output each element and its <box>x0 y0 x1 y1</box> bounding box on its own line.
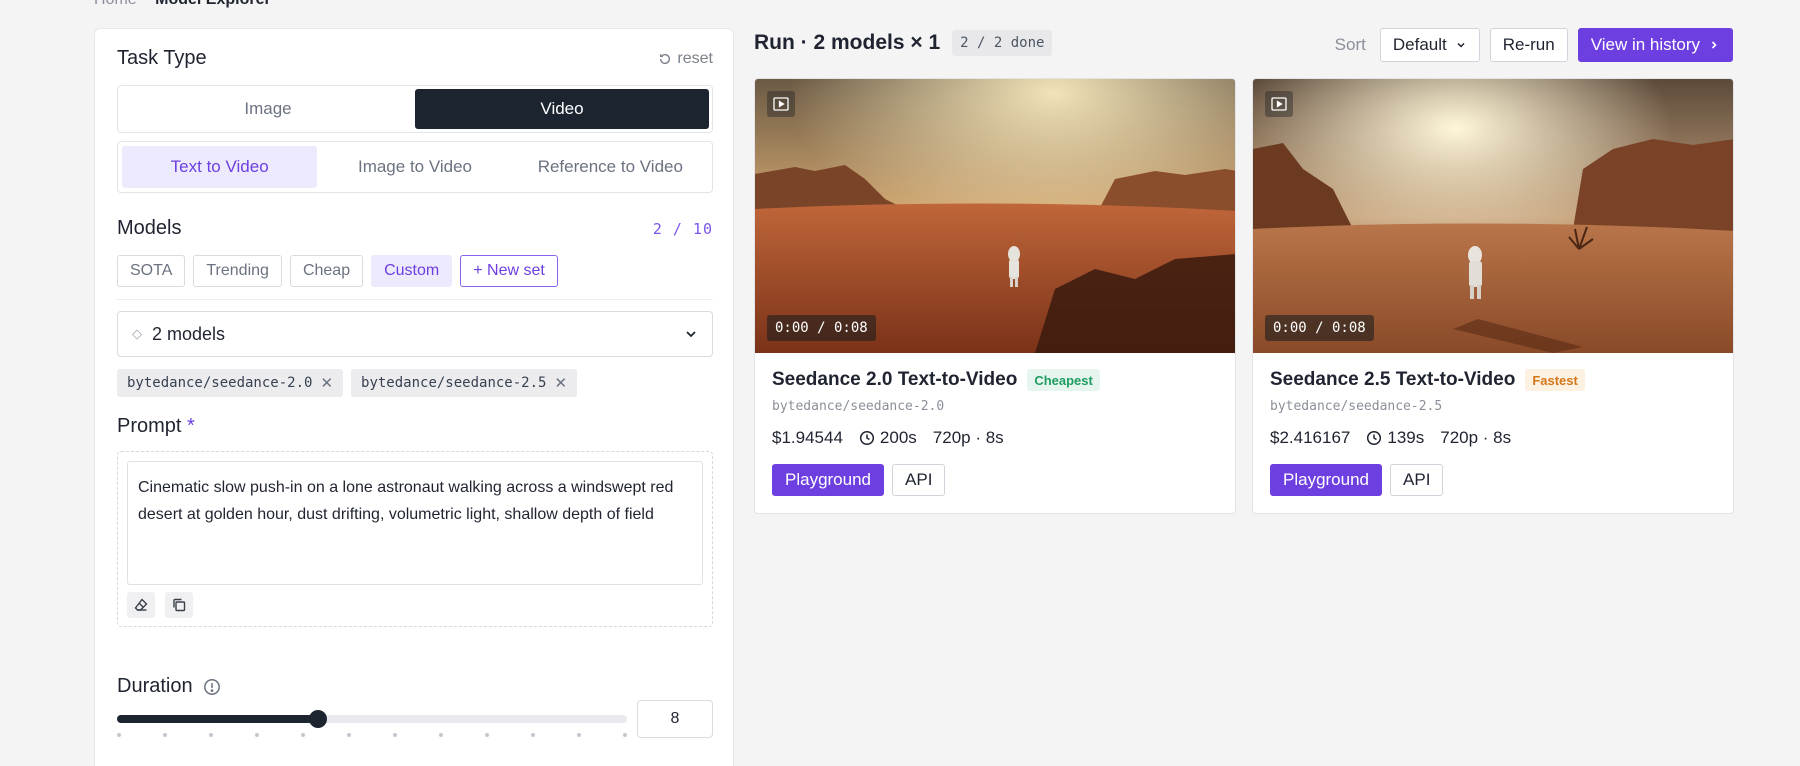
chevron-right-icon <box>1711 41 1717 49</box>
video-time: 0:00 / 0:08 <box>767 315 876 341</box>
duration-input[interactable]: 8 <box>637 700 713 738</box>
slider-fill <box>117 715 319 723</box>
chevron-down-icon <box>686 331 696 338</box>
price: $1.94544 <box>772 428 843 447</box>
model-presets: SOTA Trending Cheap Custom + New set <box>117 255 558 287</box>
preset-sota[interactable]: SOTA <box>117 255 186 287</box>
card-meta: $1.94544 200s 720p · 8s <box>772 428 1218 448</box>
new-set-button[interactable]: + New set <box>460 255 558 287</box>
view-history-button[interactable]: View in history <box>1577 28 1733 62</box>
tab-text-to-video[interactable]: Text to Video <box>122 146 318 188</box>
prompt-container: Cinematic slow push-in on a lone astrona… <box>117 451 713 627</box>
reset-button[interactable]: reset <box>658 50 713 68</box>
run-title: Run · 2 models × 1 <box>754 31 941 54</box>
model-slug: bytedance/seedance-2.5 <box>1270 399 1443 414</box>
clock-icon <box>859 430 874 446</box>
card-actions: Playground API <box>1270 464 1716 496</box>
clock-icon <box>1367 430 1382 446</box>
close-icon[interactable]: ✕ <box>320 374 333 392</box>
prompt-input[interactable]: Cinematic slow push-in on a lone astrona… <box>127 461 703 585</box>
models-select-value: 2 models <box>152 323 226 344</box>
task-type-header: Task Type reset <box>117 47 713 70</box>
breadcrumb-current: Model Explorer <box>155 0 271 8</box>
card-body: Seedance 2.5 Text-to-Video Fastest byted… <box>1253 353 1733 512</box>
duration-title: Duration <box>117 675 193 697</box>
mode-image[interactable]: Image <box>121 89 415 129</box>
result-card: 0:00 / 0:08 Seedance 2.0 Text-to-Video C… <box>754 78 1236 514</box>
card-actions: Playground API <box>772 464 1218 496</box>
api-button[interactable]: API <box>1390 464 1444 496</box>
duration-meta: 200s <box>859 428 917 448</box>
model-tag: bytedance/seedance-2.0 ✕ <box>117 369 344 397</box>
task-mode-toggle: Image Video <box>117 85 713 133</box>
breadcrumb: Home Model Explorer <box>94 0 271 9</box>
video-icon <box>767 91 795 117</box>
video-thumbnail[interactable]: 0:00 / 0:08 <box>1253 79 1733 353</box>
model-tag: bytedance/seedance-2.5 ✕ <box>351 369 578 397</box>
eraser-icon[interactable] <box>127 592 155 618</box>
tab-reference-to-video[interactable]: Reference to Video <box>513 146 708 188</box>
run-status-badge: 2 / 2 done <box>952 30 1053 56</box>
sort-select[interactable]: Default <box>1379 28 1480 62</box>
video-time: 0:00 / 0:08 <box>1265 315 1374 341</box>
video-submode-tabs: Text to Video Image to Video Reference t… <box>117 141 713 193</box>
task-type-title: Task Type <box>117 47 207 69</box>
models-title: Models <box>117 217 182 239</box>
video-icon <box>1265 91 1293 117</box>
reset-icon <box>660 53 671 64</box>
price: $2.416167 <box>1270 428 1351 447</box>
playground-button[interactable]: Playground <box>1270 464 1383 496</box>
card-body: Seedance 2.0 Text-to-Video Cheapest byte… <box>755 353 1235 512</box>
card-title-row: Seedance 2.5 Text-to-Video Fastest <box>1270 369 1716 391</box>
card-title-row: Seedance 2.0 Text-to-Video Cheapest <box>772 369 1218 391</box>
preset-cheap[interactable]: Cheap <box>289 255 364 287</box>
slider-thumb[interactable] <box>309 710 328 728</box>
duration-header: Duration <box>117 675 221 698</box>
duration-meta: 139s <box>1366 428 1424 448</box>
info-icon[interactable] <box>203 678 221 696</box>
mode-video[interactable]: Video <box>415 89 709 129</box>
required-mark: * <box>187 415 195 437</box>
fastest-badge: Fastest <box>1525 369 1585 391</box>
divider <box>117 299 713 300</box>
chevron-down-icon <box>1457 42 1465 48</box>
api-button[interactable]: API <box>892 464 946 496</box>
tab-image-to-video[interactable]: Image to Video <box>317 146 512 188</box>
prompt-title: Prompt * <box>117 415 195 437</box>
diamond-icon: ◇ <box>132 326 142 341</box>
card-meta: $2.416167 139s 720p · 8s <box>1270 428 1716 448</box>
models-count: 2 / 10 <box>652 219 713 238</box>
preset-trending[interactable]: Trending <box>193 255 282 287</box>
spec: 720p · 8s <box>1440 428 1512 447</box>
video-thumbnail[interactable]: 0:00 / 0:08 <box>755 79 1235 353</box>
run-actions: Sort Default Re-run View in history <box>1335 28 1733 62</box>
card-title: Seedance 2.5 Text-to-Video <box>1270 369 1516 390</box>
selected-models: bytedance/seedance-2.0 ✕ bytedance/seeda… <box>117 369 578 397</box>
config-panel: Task Type reset Image Video Text to Vide… <box>94 28 734 766</box>
model-slug: bytedance/seedance-2.0 <box>772 399 945 414</box>
prompt-tools <box>127 592 193 618</box>
breadcrumb-home[interactable]: Home <box>94 0 137 8</box>
cheapest-badge: Cheapest <box>1027 369 1100 391</box>
slider-ticks <box>117 733 627 737</box>
result-card: 0:00 / 0:08 Seedance 2.5 Text-to-Video F… <box>1252 78 1734 514</box>
preset-custom[interactable]: Custom <box>371 255 453 287</box>
models-select[interactable]: ◇ 2 models <box>117 311 713 357</box>
models-header: Models 2 / 10 <box>117 217 713 240</box>
spec: 720p · 8s <box>932 428 1004 447</box>
close-icon[interactable]: ✕ <box>554 374 567 392</box>
rerun-button[interactable]: Re-run <box>1489 28 1568 62</box>
playground-button[interactable]: Playground <box>772 464 885 496</box>
run-header: Run · 2 models × 1 2 / 2 done <box>754 30 1053 56</box>
copy-icon[interactable] <box>165 592 193 618</box>
duration-slider[interactable] <box>117 710 627 728</box>
card-title: Seedance 2.0 Text-to-Video <box>772 369 1018 390</box>
sort-label: Sort <box>1334 35 1366 54</box>
